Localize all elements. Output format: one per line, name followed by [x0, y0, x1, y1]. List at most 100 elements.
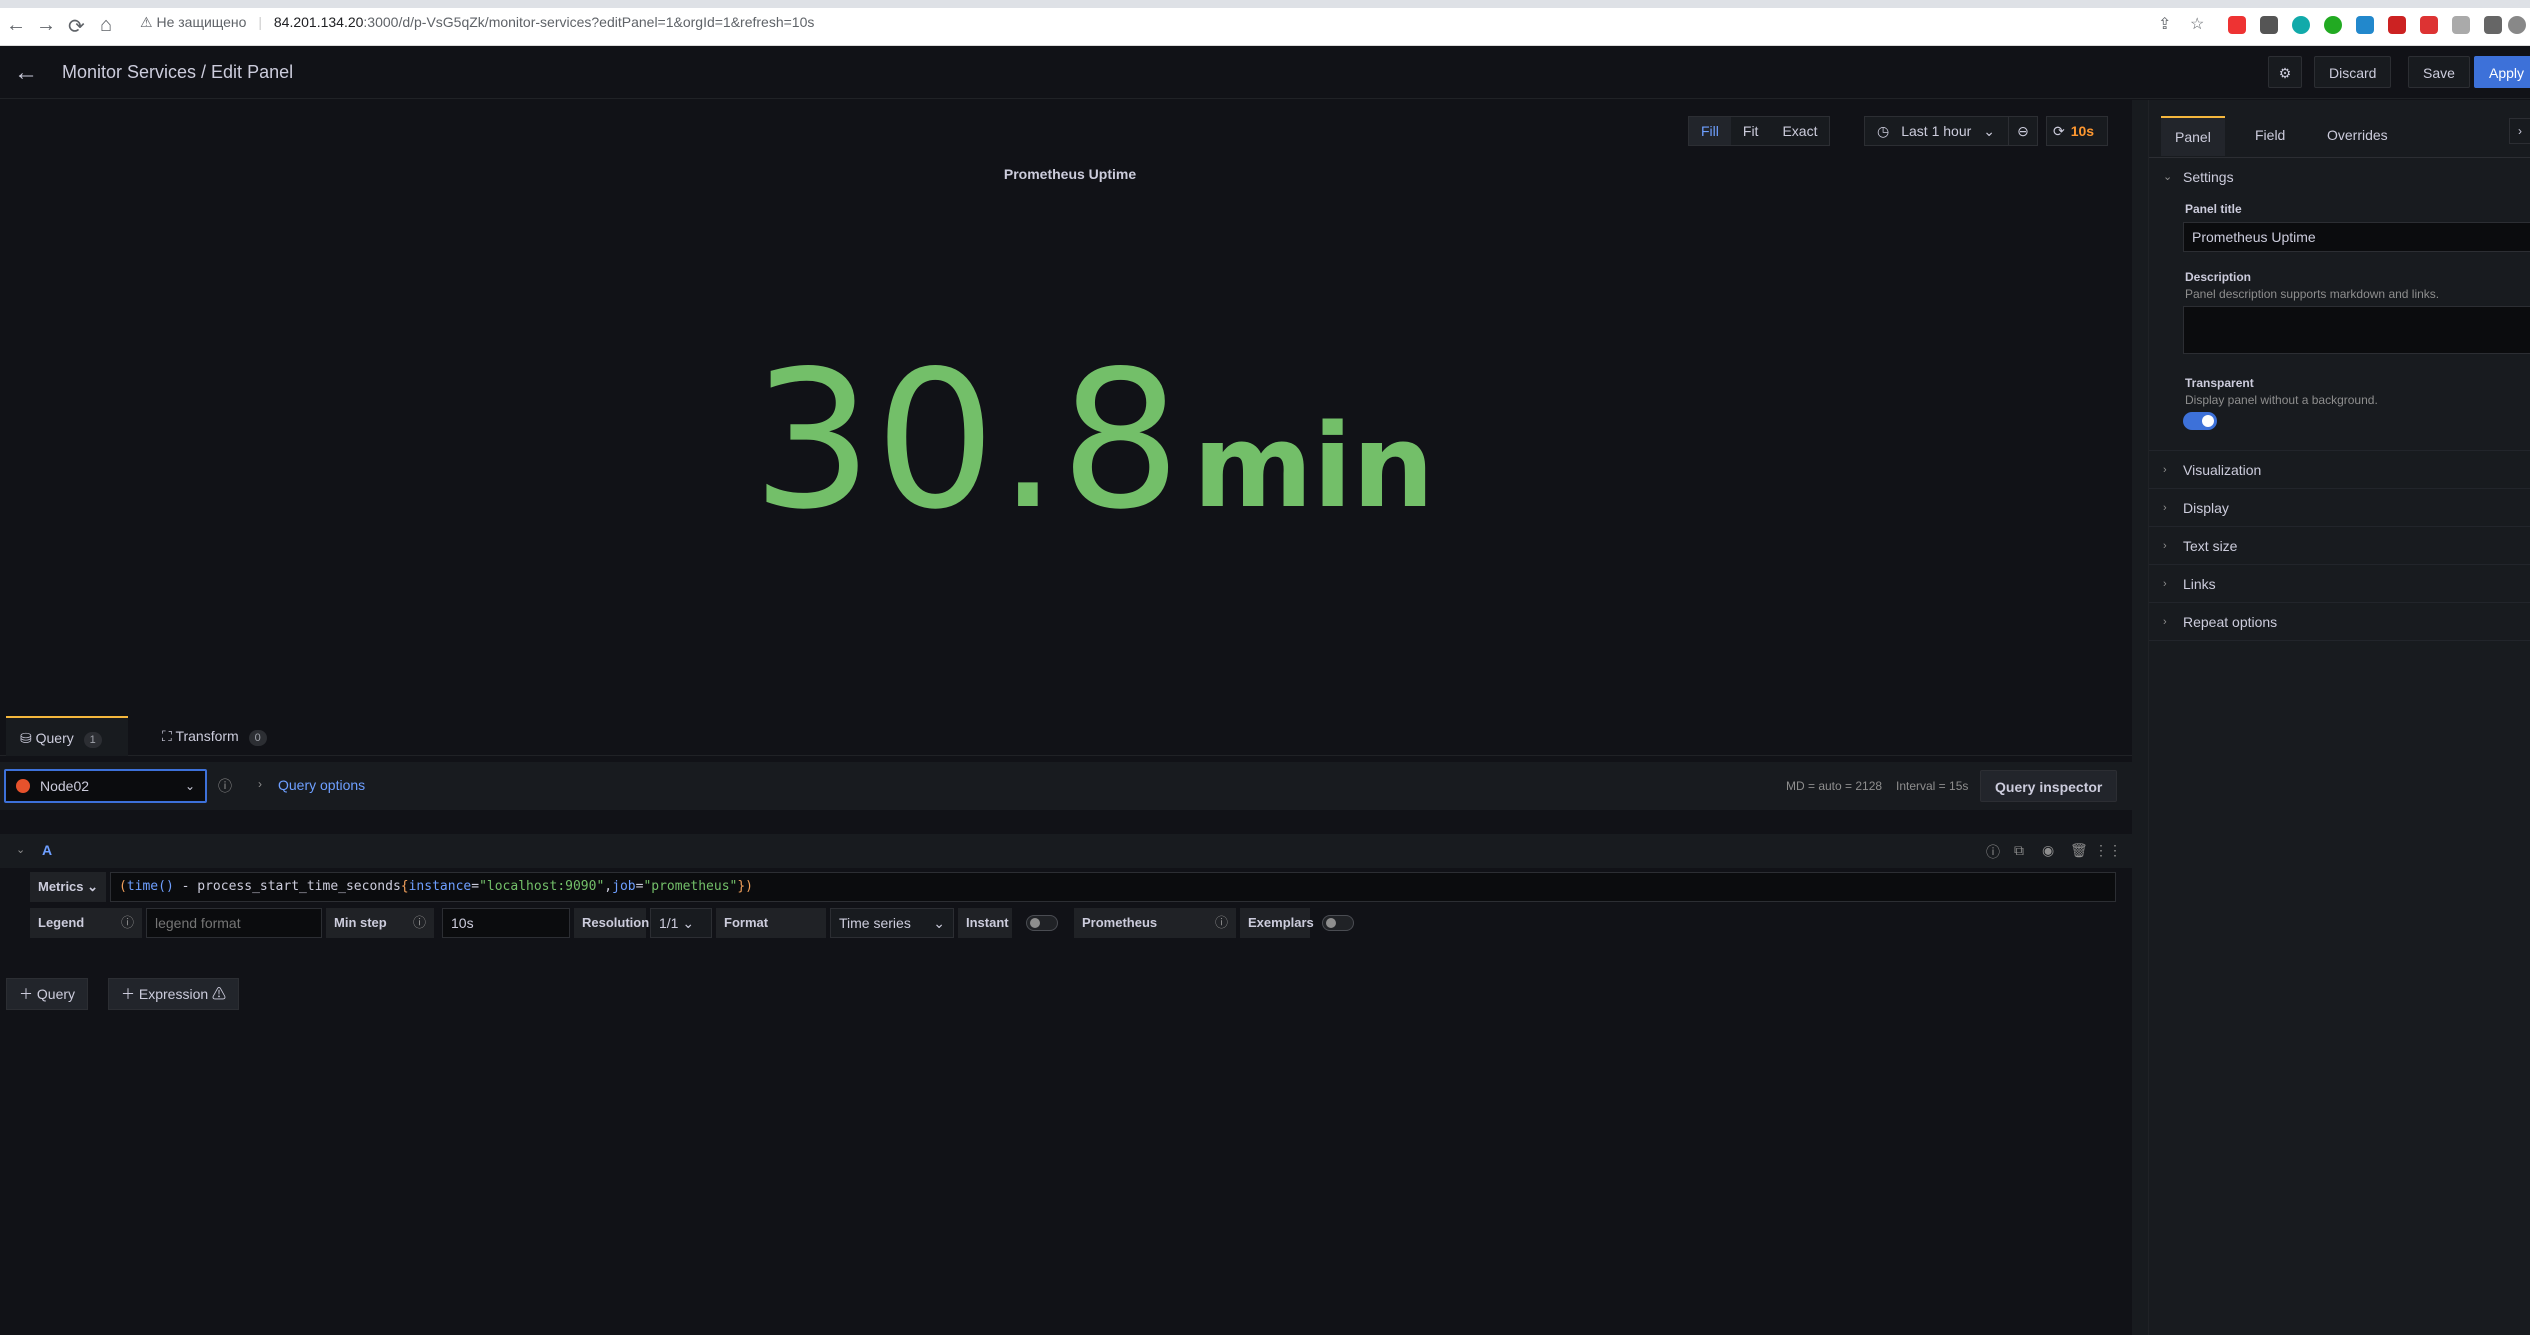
- legend-format-input[interactable]: [146, 908, 322, 938]
- refresh-icon: ⟳: [2053, 123, 2065, 139]
- extension-shield-icon[interactable]: [2452, 16, 2470, 34]
- query-a-header[interactable]: ⌄ A ⓘ ⧉ ◉ 🗑 ⋮⋮: [0, 834, 2132, 868]
- refresh-picker[interactable]: ⟳ 10s: [2046, 116, 2108, 146]
- browser-home-icon[interactable]: ⌂: [100, 14, 112, 37]
- extensions-puzzle-icon[interactable]: [2484, 16, 2502, 34]
- discard-button[interactable]: Discard: [2314, 56, 2392, 88]
- promql-editor[interactable]: (time() - process_start_time_seconds{ins…: [110, 872, 2116, 902]
- hide-query-eye-icon[interactable]: ◉: [2042, 842, 2054, 859]
- extension-circle-icon[interactable]: [2292, 16, 2310, 34]
- chevron-right-icon: ›: [2163, 540, 2167, 552]
- prometheus-label-text: Prometheus: [1082, 915, 1158, 930]
- resolution-label: Resolution: [574, 908, 649, 938]
- info-icon: ⓘ: [1214, 915, 1228, 930]
- expr-label-value: "localhost:9090": [479, 879, 605, 894]
- browser-back-icon[interactable]: ←: [6, 14, 26, 37]
- help-circle-icon[interactable]: ⓘ: [218, 776, 232, 796]
- section-title: Repeat options: [2183, 614, 2278, 630]
- fill-button[interactable]: Fill: [1689, 117, 1731, 145]
- chevron-right-icon[interactable]: ›: [258, 777, 262, 791]
- duplicate-query-icon[interactable]: ⧉: [2014, 842, 2024, 859]
- legend-label-text: Legend: [38, 915, 85, 930]
- chevron-down-icon: ⌄: [184, 779, 195, 793]
- extension-red-icon[interactable]: [2388, 16, 2406, 34]
- share-icon[interactable]: ⇪: [2158, 14, 2171, 34]
- tab-query[interactable]: ⛁ Query 1: [6, 716, 128, 756]
- time-picker[interactable]: ◷ Last 1 hour ⌄: [1864, 116, 2013, 146]
- stat-value: 30.8min: [752, 330, 1434, 551]
- info-icon: ⓘ: [412, 915, 426, 930]
- view-mode-group: Fill Fit Exact: [1688, 116, 1831, 146]
- format-select[interactable]: Time series ⌄: [830, 908, 954, 938]
- transparent-toggle[interactable]: [2183, 412, 2217, 430]
- back-arrow-icon[interactable]: ←: [14, 59, 38, 87]
- exemplars-toggle[interactable]: [1322, 915, 1354, 931]
- exemplars-label: Exemplars: [1240, 908, 1314, 938]
- tab-panel[interactable]: Panel: [2161, 116, 2225, 156]
- display-section-header[interactable]: › Display: [2149, 489, 2530, 527]
- apply-button[interactable]: Apply: [2474, 56, 2530, 88]
- interval-info: Interval = 15s: [1896, 779, 1969, 793]
- section-title: Visualization: [2183, 462, 2262, 478]
- query-inspector-button[interactable]: Query inspector: [1980, 770, 2118, 802]
- metrics-label[interactable]: Metrics ⌄: [30, 872, 106, 902]
- panel-title-input[interactable]: Prometheus Uptime: [2183, 222, 2530, 252]
- chevron-down-icon: ⌄: [1983, 123, 1996, 139]
- repeat-options-section-header[interactable]: › Repeat options: [2149, 603, 2530, 641]
- query-help-icon[interactable]: ⓘ: [1986, 842, 2000, 862]
- tab-overrides[interactable]: Overrides: [2313, 116, 2402, 154]
- transform-icon: ⛶: [162, 728, 172, 744]
- tab-query-label: Query: [35, 730, 74, 746]
- resolution-value: 1/1: [659, 915, 679, 931]
- save-button[interactable]: Save: [2408, 56, 2470, 88]
- description-textarea[interactable]: [2183, 306, 2530, 354]
- security-text: Не защищено: [156, 14, 247, 30]
- pane-splitter[interactable]: [2132, 100, 2148, 1335]
- zoom-out-icon[interactable]: ⊖: [2008, 116, 2038, 146]
- exact-button[interactable]: Exact: [1770, 117, 1829, 145]
- query-options-link[interactable]: Query options: [278, 777, 365, 793]
- add-expression-button[interactable]: ＋ Expression ⚠: [108, 978, 240, 1010]
- extension-green-icon[interactable]: [2324, 16, 2342, 34]
- min-step-input[interactable]: 10s: [442, 908, 570, 938]
- section-title: Text size: [2183, 538, 2238, 554]
- extension-abp-icon[interactable]: [2228, 16, 2246, 34]
- metrics-label-text: Metrics: [38, 879, 84, 894]
- fit-button[interactable]: Fit: [1731, 117, 1771, 145]
- settings-section-header[interactable]: ⌄ Settings: [2149, 158, 2530, 196]
- datasource-row: Node02 ⌄ ⓘ › Query options MD = auto = 2…: [0, 762, 2132, 810]
- extension-shield-red-icon[interactable]: [2420, 16, 2438, 34]
- browser-tab-strip[interactable]: [0, 0, 2530, 8]
- bookmark-star-icon[interactable]: ☆: [2190, 14, 2204, 34]
- browser-forward-icon[interactable]: →: [36, 14, 56, 37]
- instant-toggle[interactable]: [1026, 915, 1058, 931]
- settings-gear-icon[interactable]: ⚙: [2268, 56, 2302, 88]
- profile-avatar[interactable]: [2508, 16, 2526, 34]
- collapse-sidebar-icon[interactable]: ›: [2509, 118, 2530, 144]
- add-query-button[interactable]: ＋ Query: [6, 978, 89, 1010]
- links-section-header[interactable]: › Links: [2149, 565, 2530, 603]
- resolution-select[interactable]: 1/1 ⌄: [650, 908, 712, 938]
- visualization-section-header[interactable]: › Visualization: [2149, 451, 2530, 489]
- section-title: Display: [2183, 500, 2229, 516]
- drag-handle-icon[interactable]: ⋮⋮: [2094, 842, 2122, 859]
- browser-reload-icon[interactable]: ⟳: [68, 14, 85, 39]
- collapse-chevron-icon[interactable]: ⌄: [16, 843, 25, 856]
- md-info: MD = auto = 2128: [1786, 779, 1883, 793]
- extension-blue-icon[interactable]: [2356, 16, 2374, 34]
- stat-number: 30.8: [752, 330, 1184, 551]
- text-size-section-header[interactable]: › Text size: [2149, 527, 2530, 565]
- datasource-picker[interactable]: Node02 ⌄: [4, 769, 207, 803]
- tab-transform[interactable]: ⛶ Transform 0: [148, 716, 281, 756]
- delete-query-icon[interactable]: 🗑: [2070, 842, 2088, 859]
- options-sidebar: Panel Field Overrides › ⌄ Settings Panel…: [2148, 100, 2530, 1335]
- chevron-right-icon: ›: [2163, 616, 2167, 628]
- prometheus-type-label: Prometheus ⓘ: [1074, 908, 1236, 938]
- tab-field[interactable]: Field: [2241, 116, 2299, 154]
- query-count-badge: 1: [83, 732, 102, 748]
- extension-tools-icon[interactable]: [2260, 16, 2278, 34]
- instant-label: Instant: [958, 908, 1012, 938]
- browser-chrome: ← → ⟳ ⌂ ⚠ Не защищено | 84.201.134.20:30…: [0, 0, 2530, 46]
- format-label: Format: [716, 908, 826, 938]
- address-bar[interactable]: ⚠ Не защищено | 84.201.134.20:3000/d/p-V…: [140, 14, 814, 31]
